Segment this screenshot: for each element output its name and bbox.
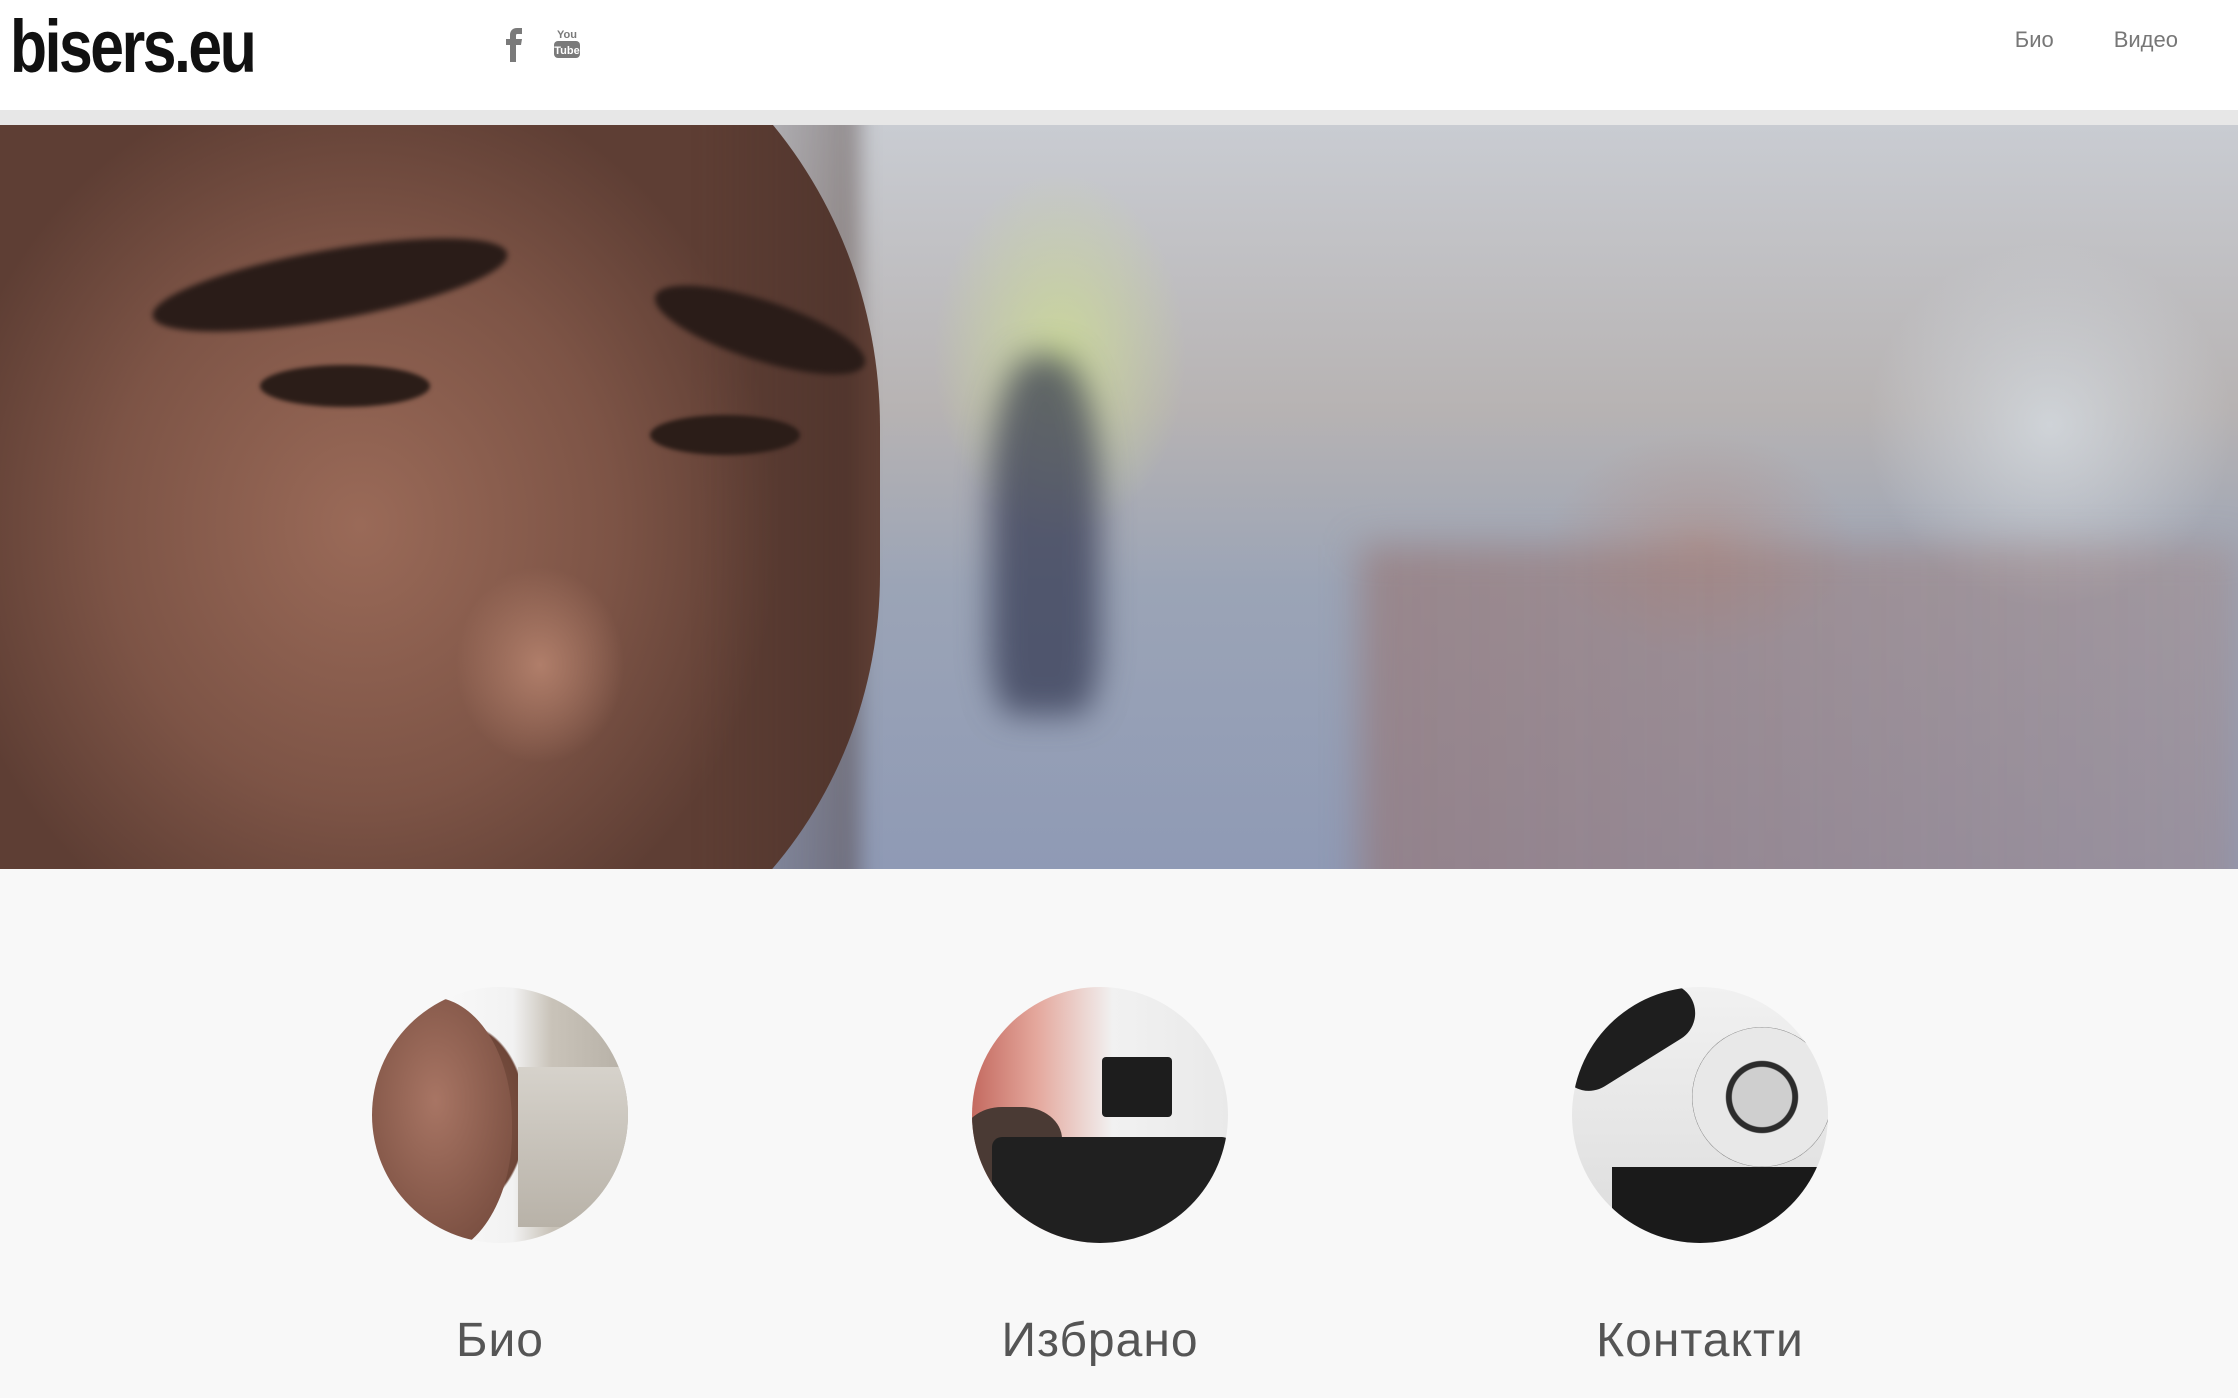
selected-image-camera-monitor (1102, 1057, 1172, 1117)
svg-text:You: You (557, 29, 577, 41)
contacts-image-receiver (1572, 987, 1707, 1103)
hero-banner (0, 125, 2238, 869)
feature-contacts-image[interactable] (1572, 987, 1828, 1243)
bio-image-building (518, 1067, 628, 1227)
site-logo[interactable]: bisers.eu (10, 2, 257, 92)
youtube-icon[interactable]: You Tube (552, 26, 582, 62)
svg-text:Tube: Tube (554, 45, 579, 57)
site-header: bisers.eu You Tube Био Видео | (0, 0, 2238, 125)
nav-item-video[interactable]: Видео (2114, 27, 2178, 53)
feature-selected-image[interactable] (972, 987, 1228, 1243)
hero-background-planters (1360, 545, 2238, 869)
hero-face-shadow (700, 125, 860, 869)
features-section: Био Избрано Контакти (0, 869, 2238, 1398)
main-nav: Био Видео | (2015, 0, 2238, 80)
feature-selected-title[interactable]: Избрано (890, 1313, 1310, 1368)
contacts-image-dial (1692, 1027, 1828, 1167)
feature-bio: Био (290, 987, 710, 1368)
feature-selected: Избрано (890, 987, 1310, 1368)
selected-image-camera-body (992, 1137, 1228, 1243)
facebook-icon[interactable] (500, 26, 530, 62)
feature-bio-image[interactable] (372, 987, 628, 1243)
feature-contacts-title[interactable]: Контакти (1490, 1313, 1910, 1368)
contacts-image-phone-base (1612, 1167, 1828, 1243)
hero-right-eye (650, 415, 800, 455)
nav-item-bio[interactable]: Био (2015, 27, 2054, 53)
social-links: You Tube (500, 26, 582, 62)
hero-background-pedestrian (990, 355, 1100, 715)
feature-bio-title[interactable]: Био (290, 1313, 710, 1368)
page: bisers.eu You Tube Био Видео | (0, 0, 2238, 1398)
hero-left-eye (260, 365, 430, 407)
bio-image-head (372, 997, 512, 1243)
feature-contacts: Контакти (1490, 987, 1910, 1368)
